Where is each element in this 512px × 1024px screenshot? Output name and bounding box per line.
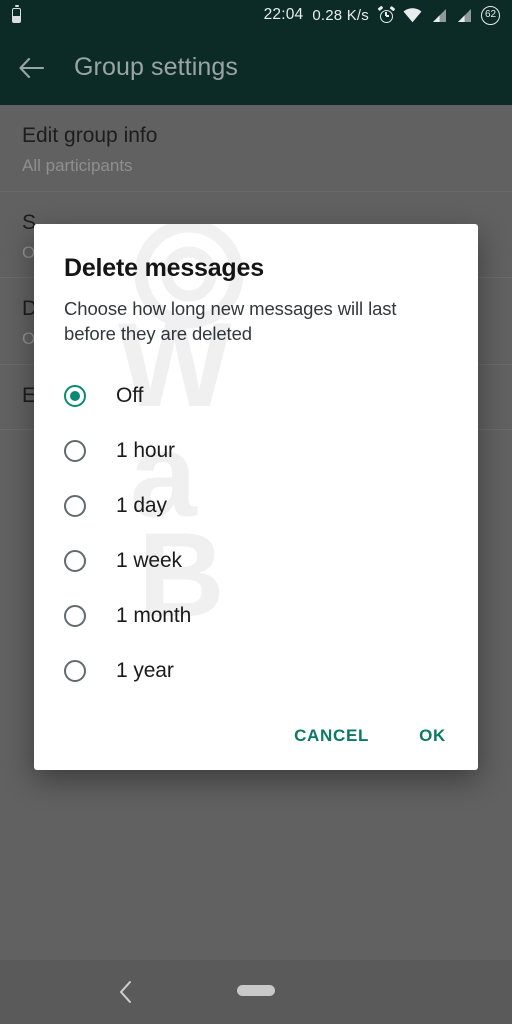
dialog-body-text: Choose how long new messages will last b… <box>64 297 450 346</box>
option-label: 1 hour <box>116 439 175 463</box>
option-label: 1 month <box>116 604 191 628</box>
option-label: Off <box>116 384 143 408</box>
app-bar: Group settings <box>0 30 512 105</box>
expiry-options-group: Off 1 hour 1 day 1 week 1 month 1 year <box>34 368 478 698</box>
back-arrow-icon[interactable] <box>0 37 62 99</box>
battery-small-icon <box>12 8 21 23</box>
option-label: 1 day <box>116 494 167 518</box>
cancel-button[interactable]: CANCEL <box>280 716 383 756</box>
battery-percent-badge: 62 <box>481 6 500 25</box>
option-off[interactable]: Off <box>34 368 478 423</box>
option-1-month[interactable]: 1 month <box>34 588 478 643</box>
status-bar-left <box>12 8 21 23</box>
option-label: 1 week <box>116 549 182 573</box>
radio-button-icon[interactable] <box>64 495 86 517</box>
home-pill-icon[interactable] <box>237 985 275 996</box>
signal-bars-icon-2 <box>456 8 472 23</box>
status-bar-right: 22:04 0.28 K/s <box>264 6 500 25</box>
phone-screen: 22:04 0.28 K/s <box>0 0 512 1024</box>
list-item[interactable]: Edit group info All participants <box>0 105 512 191</box>
option-1-week[interactable]: 1 week <box>34 533 478 588</box>
radio-button-icon[interactable] <box>64 605 86 627</box>
radio-button-icon[interactable] <box>64 385 86 407</box>
signal-bars-icon <box>431 8 447 23</box>
alarm-clock-icon <box>378 7 394 23</box>
list-item-subtitle: All participants <box>22 155 490 176</box>
option-label: 1 year <box>116 659 174 683</box>
radio-button-icon[interactable] <box>64 660 86 682</box>
status-clock: 22:04 <box>264 6 304 24</box>
network-speed-label: 0.28 K/s <box>312 7 369 24</box>
dialog-action-bar: CANCEL OK <box>280 716 460 756</box>
page-title: Group settings <box>74 53 238 82</box>
option-1-day[interactable]: 1 day <box>34 478 478 533</box>
radio-button-icon[interactable] <box>64 440 86 462</box>
wifi-icon <box>403 8 422 23</box>
delete-messages-dialog: W a B Delete messages Choose how long ne… <box>34 224 478 770</box>
ok-button[interactable]: OK <box>405 716 460 756</box>
radio-button-icon[interactable] <box>64 550 86 572</box>
nav-back-chevron-icon[interactable] <box>112 978 140 1006</box>
list-item-title: Edit group info <box>22 123 490 149</box>
system-navigation-bar <box>0 960 512 1024</box>
dialog-title: Delete messages <box>64 254 450 283</box>
option-1-year[interactable]: 1 year <box>34 643 478 698</box>
option-1-hour[interactable]: 1 hour <box>34 423 478 478</box>
status-bar: 22:04 0.28 K/s <box>0 0 512 30</box>
